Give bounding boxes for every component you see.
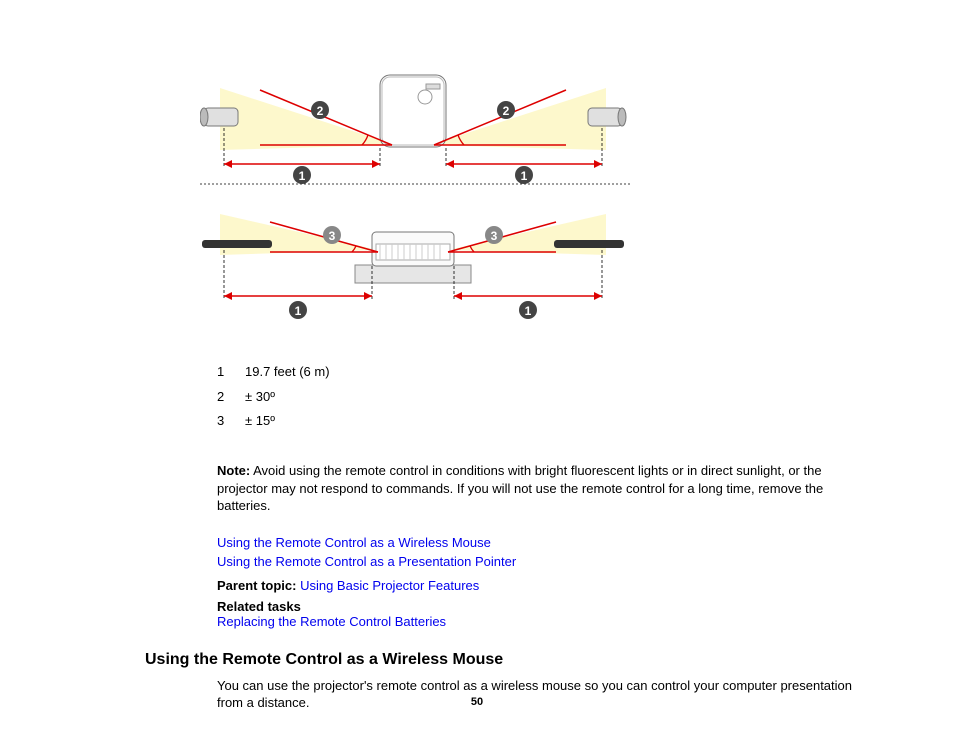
note-block: Note: Avoid using the remote control in … xyxy=(217,462,854,515)
link-wireless-mouse[interactable]: Using the Remote Control as a Wireless M… xyxy=(217,535,491,550)
link-replace-batteries[interactable]: Replacing the Remote Control Batteries xyxy=(217,614,446,629)
svg-text:1: 1 xyxy=(295,304,302,318)
note-label: Note: xyxy=(217,463,250,478)
svg-text:2: 2 xyxy=(317,104,324,118)
svg-text:1: 1 xyxy=(521,169,528,183)
remote-range-diagram: 2 2 1 1 xyxy=(200,40,894,330)
legend-num: 2 xyxy=(217,385,245,410)
parent-topic-label: Parent topic: xyxy=(217,578,300,593)
svg-text:3: 3 xyxy=(491,229,498,243)
sub-topic-links: Using the Remote Control as a Wireless M… xyxy=(217,533,894,572)
svg-text:2: 2 xyxy=(503,104,510,118)
legend-num: 3 xyxy=(217,409,245,434)
link-presentation-pointer[interactable]: Using the Remote Control as a Presentati… xyxy=(217,554,516,569)
diagram-svg: 2 2 1 1 xyxy=(200,40,700,330)
legend-text: ± 15º xyxy=(245,409,275,434)
svg-text:1: 1 xyxy=(299,169,306,183)
diagram-legend: 1 19.7 feet (6 m) 2 ± 30º 3 ± 15º xyxy=(217,360,894,434)
related-tasks: Related tasks Replacing the Remote Contr… xyxy=(217,599,894,629)
page-number: 50 xyxy=(0,696,954,708)
legend-row: 1 19.7 feet (6 m) xyxy=(217,360,894,385)
legend-text: ± 30º xyxy=(245,385,275,410)
legend-num: 1 xyxy=(217,360,245,385)
related-tasks-label: Related tasks xyxy=(217,599,894,614)
parent-topic: Parent topic: Using Basic Projector Feat… xyxy=(217,578,894,593)
note-body: Avoid using the remote control in condit… xyxy=(217,463,823,513)
legend-text: 19.7 feet (6 m) xyxy=(245,360,330,385)
legend-row: 3 ± 15º xyxy=(217,409,894,434)
section-heading: Using the Remote Control as a Wireless M… xyxy=(145,651,894,669)
svg-text:3: 3 xyxy=(329,229,336,243)
link-parent-topic[interactable]: Using Basic Projector Features xyxy=(300,578,479,593)
legend-row: 2 ± 30º xyxy=(217,385,894,410)
svg-text:1: 1 xyxy=(525,304,532,318)
